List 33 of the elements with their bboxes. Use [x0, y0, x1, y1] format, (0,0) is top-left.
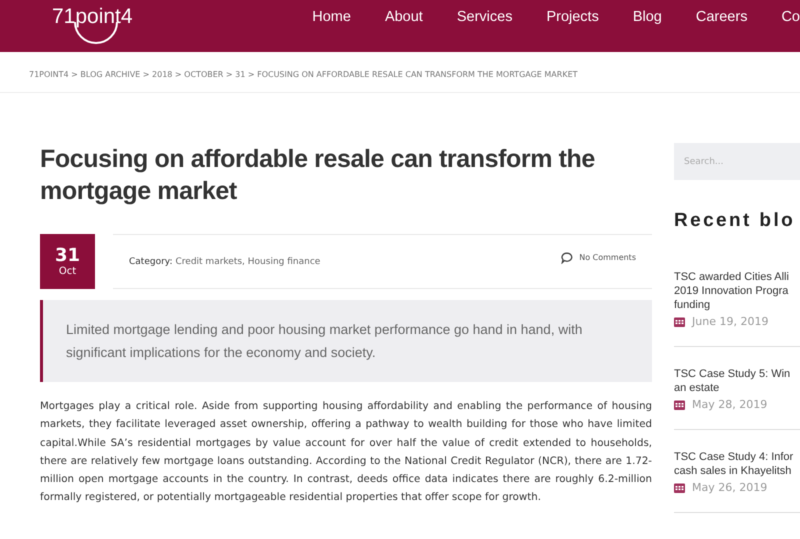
calendar-icon: [674, 482, 685, 493]
post-title-link[interactable]: funding: [674, 298, 800, 312]
nav-link[interactable]: Careers: [696, 9, 748, 25]
nav-link[interactable]: Services: [456, 9, 512, 25]
date-day: 31: [54, 246, 80, 266]
post-date: May 26, 2019: [692, 481, 768, 494]
post-title-link[interactable]: TSC awarded Cities Alli: [674, 270, 800, 284]
post-title-link[interactable]: cash sales in Khayelitsh: [674, 464, 800, 478]
post-title-link[interactable]: an estate: [674, 381, 800, 395]
post-date: May 28, 2019: [692, 398, 768, 411]
body-text: Mortgages play a critical role. Aside from supporting housing affordability and enabling the performance of housing markets, they facilitate leveraged asset ownership, offering a pathway to wealth building for those who have limited capital.While SA’s residential mortgages by value account for over half the value of credit extended to households, there are relatively few mortgage loans outstanding. According to the National Credit Regulator (NCR), there are 1.72-million open mortgage accounts in the country. In contrast, deeds office data indicates there are roughly 6.2-million formally registered, or potentially mortgageable residential properties that offer scope for growth.: [40, 400, 652, 506]
post-title-link[interactable]: TSC Case Study 5: Win: [674, 367, 800, 381]
post-title: Focusing on affordable resale can transform the mortgage market: [40, 144, 596, 207]
nav-link[interactable]: Co: [781, 9, 800, 25]
nav-link[interactable]: Blog: [632, 9, 662, 25]
date-month: Oct: [58, 266, 76, 278]
nav-link[interactable]: Projects: [546, 9, 599, 25]
calendar-icon: [674, 316, 685, 327]
search-field[interactable]: Search...: [674, 143, 800, 180]
calendar-icon: [674, 399, 685, 410]
post-date: June 19, 2019: [692, 315, 768, 328]
category-label: Category:: [129, 256, 172, 266]
breadcrumb: 71POINT4 > BLOG ARCHIVE > 2018 > OCTOBER > 31 > FOCUSING ON AFFORDABLE RESALE CAN TRANSFORM THE MORTGAGE MARKET: [29, 70, 578, 78]
post-title-link[interactable]: 2019 Innovation Progra: [674, 284, 800, 298]
comment-icon: [561, 252, 574, 264]
pull-quote: Limited mortgage lending and poor housing market performance go hand in hand, with significant implications for the economy and society.: [40, 300, 652, 382]
nav-link[interactable]: Home: [312, 9, 351, 25]
sidebar-heading: Recent blo: [674, 210, 796, 232]
nav-link[interactable]: About: [384, 9, 423, 25]
post-title-link[interactable]: TSC Case Study 4: Infor: [674, 450, 800, 464]
category-links[interactable]: Credit markets, Housing finance: [176, 256, 320, 266]
logo[interactable]: 71point4: [52, 6, 133, 50]
comments-link[interactable]: No Comments: [579, 253, 636, 262]
